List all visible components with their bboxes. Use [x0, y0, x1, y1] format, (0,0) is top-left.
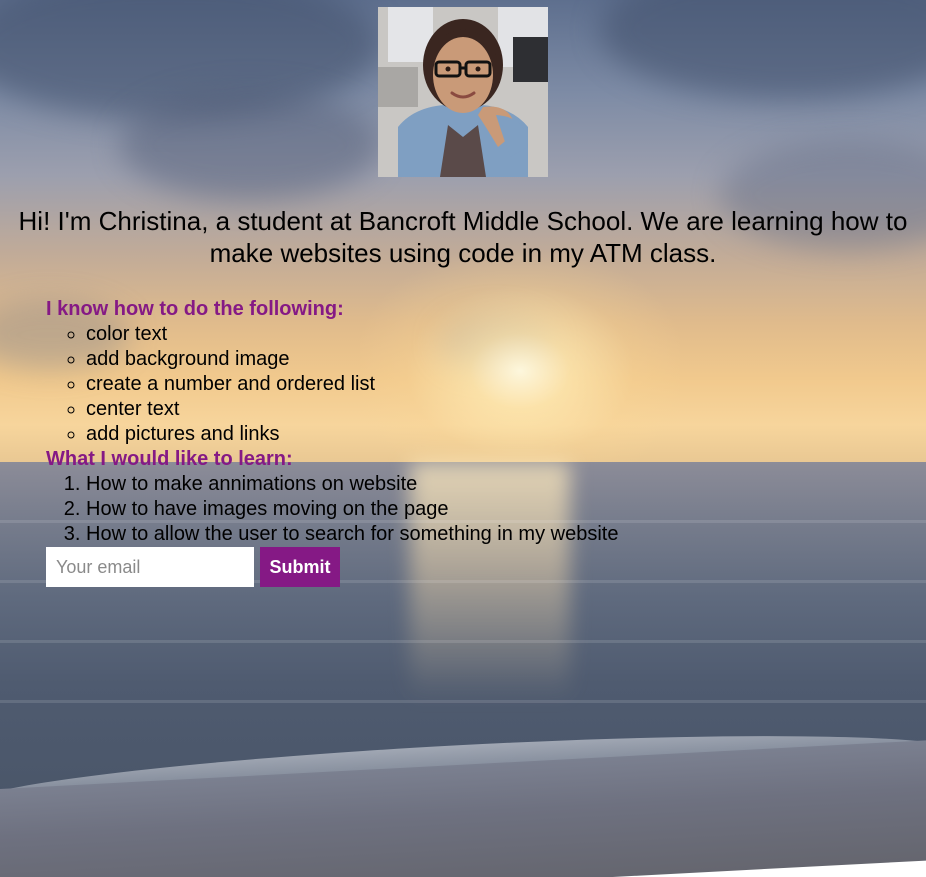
- list-item: How to allow the user to search for some…: [86, 522, 618, 547]
- list-item: add pictures and links: [86, 422, 375, 447]
- learn-list: How to make annimations on website How t…: [46, 472, 618, 547]
- list-item: How to make annimations on website: [86, 472, 618, 497]
- list-item: color text: [86, 322, 375, 347]
- page-content: Hi! I'm Christina, a student at Bancroft…: [0, 0, 926, 877]
- skills-heading: I know how to do the following:: [46, 298, 344, 320]
- email-input[interactable]: [46, 547, 254, 587]
- list-item: center text: [86, 397, 375, 422]
- submit-button[interactable]: Submit: [260, 547, 340, 587]
- email-signup-form: Submit: [46, 547, 340, 587]
- skills-list: color text add background image create a…: [46, 322, 375, 447]
- profile-photo: [378, 7, 548, 177]
- list-item: create a number and ordered list: [86, 372, 375, 397]
- list-item: How to have images moving on the page: [86, 497, 618, 522]
- learn-heading: What I would like to learn:: [46, 448, 293, 470]
- portrait-photo-icon: [378, 7, 548, 177]
- intro-text: Hi! I'm Christina, a student at Bancroft…: [18, 206, 908, 268]
- list-item: add background image: [86, 347, 375, 372]
